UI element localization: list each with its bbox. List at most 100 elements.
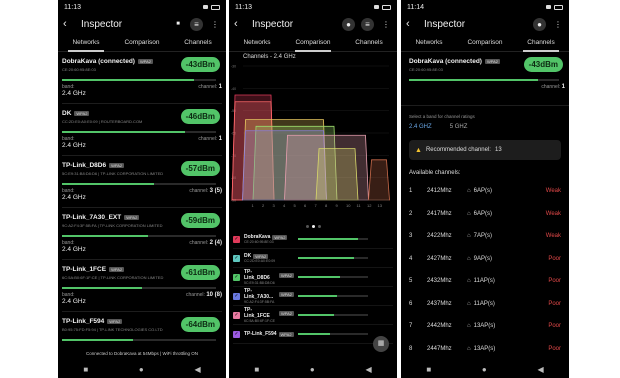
home-icon[interactable]: ● (139, 365, 144, 374)
channel-rating: Poor (548, 255, 561, 262)
comparison-row[interactable]: ✓ TP-Link_7A30... WPA2 9C:A2:F4:3F:5B:FA (233, 287, 393, 306)
network-name: TP-Link_7A30... (244, 288, 274, 300)
tab-channels[interactable]: Channels (513, 34, 569, 52)
network-name: TP-Link_1FCE (62, 266, 107, 273)
comparison-row[interactable]: ✓ TP-Link_D8D6 WPA2 5C:E9:31:B8:D8:D6 (233, 268, 393, 287)
home-icon[interactable]: ● (482, 365, 487, 374)
channel-row[interactable]: 4 2427Mhz ⌂ 9AP(s) Poor (401, 248, 569, 271)
fullscreen-fab-icon[interactable]: ▦ (373, 336, 389, 352)
security-tag: WPA2 (124, 215, 140, 220)
comparison-row[interactable]: ✓ DK WPA2 CC:2D:E0:A0:E0:09 (233, 249, 393, 268)
network-row[interactable]: TP-Link_1FCE WPA2 6C:5A:B0:6F:1F:CE | TP-L… (62, 260, 222, 312)
filter-icon[interactable]: ≡ (190, 17, 203, 31)
band-option-2-4[interactable]: 2.4 GHZ (409, 124, 432, 130)
back-arrow-icon[interactable]: ‹ (234, 18, 246, 30)
nav-back-icon[interactable]: ◀ (537, 365, 543, 374)
app-bar: ‹ Inspector ■ ≡ ⋮ (58, 14, 226, 34)
ap-count-cell: ⌂ 9AP(s) (467, 256, 535, 262)
home-icon[interactable]: ● (310, 365, 315, 374)
nav-back-icon[interactable]: ◀ (365, 365, 371, 374)
network-list: DobraKava (connected) WPA2 CE:20:60:95:8E:… (58, 52, 226, 364)
band-info: band: 2.4 GHz (62, 292, 86, 305)
back-arrow-icon[interactable]: ‹ (63, 18, 75, 30)
channel-row[interactable]: 7 2442Mhz ⌂ 13AP(s) Poor (401, 315, 569, 338)
band-select-label: Select a band for channel ratings (409, 114, 475, 119)
recents-icon[interactable]: ■ (83, 365, 88, 374)
network-row[interactable]: TP-Link_D8D6 WPA2 5C:E9:31:B8:D8:D6 | TP-L… (62, 156, 222, 208)
channel-row[interactable]: 3 2422Mhz ⌂ 7AP(s) Weak (401, 225, 569, 248)
channel-row[interactable]: 5 2432Mhz ⌂ 11AP(s) Poor (401, 270, 569, 293)
network-row[interactable]: TP-Link_7A30_EXT WPA2 9C:A2:F4:3F:5B:FA | … (62, 208, 222, 260)
channel-number: 5 (409, 278, 413, 285)
signal-bar-fill (62, 287, 142, 289)
recents-icon[interactable]: ■ (426, 365, 431, 374)
record-icon[interactable]: ● (342, 17, 355, 31)
network-row[interactable]: DobraKava (connected) WPA2 CE:20:60:95:8E:… (62, 52, 222, 104)
band-option-5[interactable]: 5 GHZ (450, 124, 468, 130)
nav-back-icon[interactable]: ◀ (194, 365, 200, 374)
checkbox[interactable]: ✓ (233, 235, 240, 243)
comparison-info: DobraKava WPA2 CE:20:60:95:8E:03 (244, 234, 294, 244)
router-icon: ⌂ (467, 345, 471, 352)
more-vert-icon[interactable]: ⋮ (552, 18, 564, 30)
ap-count-cell: ⌂ 11AP(s) (467, 301, 535, 307)
channel-number: 2 (409, 210, 413, 217)
network-name: TP-Link_D8D6 (62, 162, 107, 169)
recents-icon[interactable]: ■ (254, 365, 259, 374)
system-nav-bar: ■ ● ◀ (58, 360, 226, 378)
network-meta: band: 2.4 GHz channel: 10 (8) (62, 292, 222, 305)
checkbox[interactable]: ✓ (233, 311, 240, 319)
record-icon[interactable]: ● (533, 17, 546, 31)
channel-label: channel: (186, 292, 205, 298)
checkbox[interactable]: ✓ (233, 254, 240, 262)
tab-channels[interactable]: Channels (170, 34, 226, 51)
signal-bar-fill (62, 235, 148, 237)
channel-chart-svg: -30-40-50-60-70-80-901 2 3 4 5 6 7 8 9 10 11 12 13 (231, 65, 390, 208)
signal-bar-fill (62, 131, 185, 133)
comparison-row[interactable]: ✓ TP-Link_F594 WPA2 (233, 325, 393, 344)
security-tag: WPA2 (278, 291, 294, 297)
channel-rating: Poor (548, 323, 561, 330)
tab-comparison[interactable]: Comparison (114, 34, 170, 51)
tab-comparison[interactable]: Comparison (285, 34, 341, 52)
channel-value: 10 (8) (206, 292, 222, 298)
comparison-row[interactable]: ✓ DobraKava WPA2 CE:20:60:95:8E:03 (233, 230, 393, 249)
connected-network-card[interactable]: DobraKava (connected) WPA2 CE:20:60:95:8E… (401, 52, 569, 106)
ap-count: 13AP(s) (473, 345, 496, 352)
tab-networks[interactable]: Networks (58, 34, 114, 52)
channel-number: 1 (409, 188, 413, 195)
more-vert-icon[interactable]: ⋮ (209, 18, 221, 30)
tab-networks[interactable]: Networks (401, 34, 457, 51)
back-arrow-icon[interactable]: ‹ (406, 18, 418, 30)
page-title: Inspector (81, 18, 123, 30)
signal-bar-fill (409, 79, 538, 81)
checkbox[interactable]: ✓ (233, 292, 240, 300)
y-tick-label: -30 (231, 65, 236, 69)
comparison-row[interactable]: ✓ TP-Link_1FCE WPA2 6C:5A:B0:6F:1F:CE (233, 306, 393, 325)
x-tick-label: 12 (367, 203, 372, 208)
channel-rating: Poor (548, 300, 561, 307)
signal-bar (62, 183, 216, 185)
network-row[interactable]: DK WPA2 CC:2D:E0:A0:E0:09 | ROUTERBOARD.CO… (62, 104, 222, 156)
network-row[interactable]: TP-Link_F594 WPA2 B0:95:75:FD:F5:94 | TP-L… (62, 312, 222, 364)
network-name: DobraKava (connected) (62, 58, 135, 65)
more-vert-icon[interactable]: ⋮ (380, 18, 392, 30)
page-title: Inspector (424, 18, 466, 30)
checkbox[interactable]: ✓ (233, 273, 240, 281)
tab-comparison[interactable]: Comparison (457, 34, 513, 51)
x-tick-label: 11 (357, 203, 362, 208)
app-bar: ‹ Inspector ● ⋮ (401, 14, 569, 34)
tab-channels[interactable]: Channels (341, 34, 397, 51)
x-tick-label: 6 (304, 203, 307, 208)
tab-networks[interactable]: Networks (229, 34, 285, 51)
checkbox[interactable]: ✓ (233, 330, 240, 338)
channel-row[interactable]: 6 2437Mhz ⌂ 11AP(s) Poor (401, 293, 569, 316)
channel-row[interactable]: 2 2417Mhz ⌂ 6AP(s) Weak (401, 203, 569, 226)
channel-row[interactable]: 1 2412Mhz ⌂ 6AP(s) Weak (401, 180, 569, 203)
channel-rating: Weak (545, 210, 561, 217)
channel-label: channel: (198, 136, 218, 142)
channel-row[interactable]: 8 2447Mhz ⌂ 13AP(s) Poor (401, 338, 569, 361)
filter-icon[interactable]: ≡ (361, 17, 374, 31)
status-time: 11:13 (64, 3, 81, 11)
record-icon[interactable]: ■ (172, 18, 184, 30)
